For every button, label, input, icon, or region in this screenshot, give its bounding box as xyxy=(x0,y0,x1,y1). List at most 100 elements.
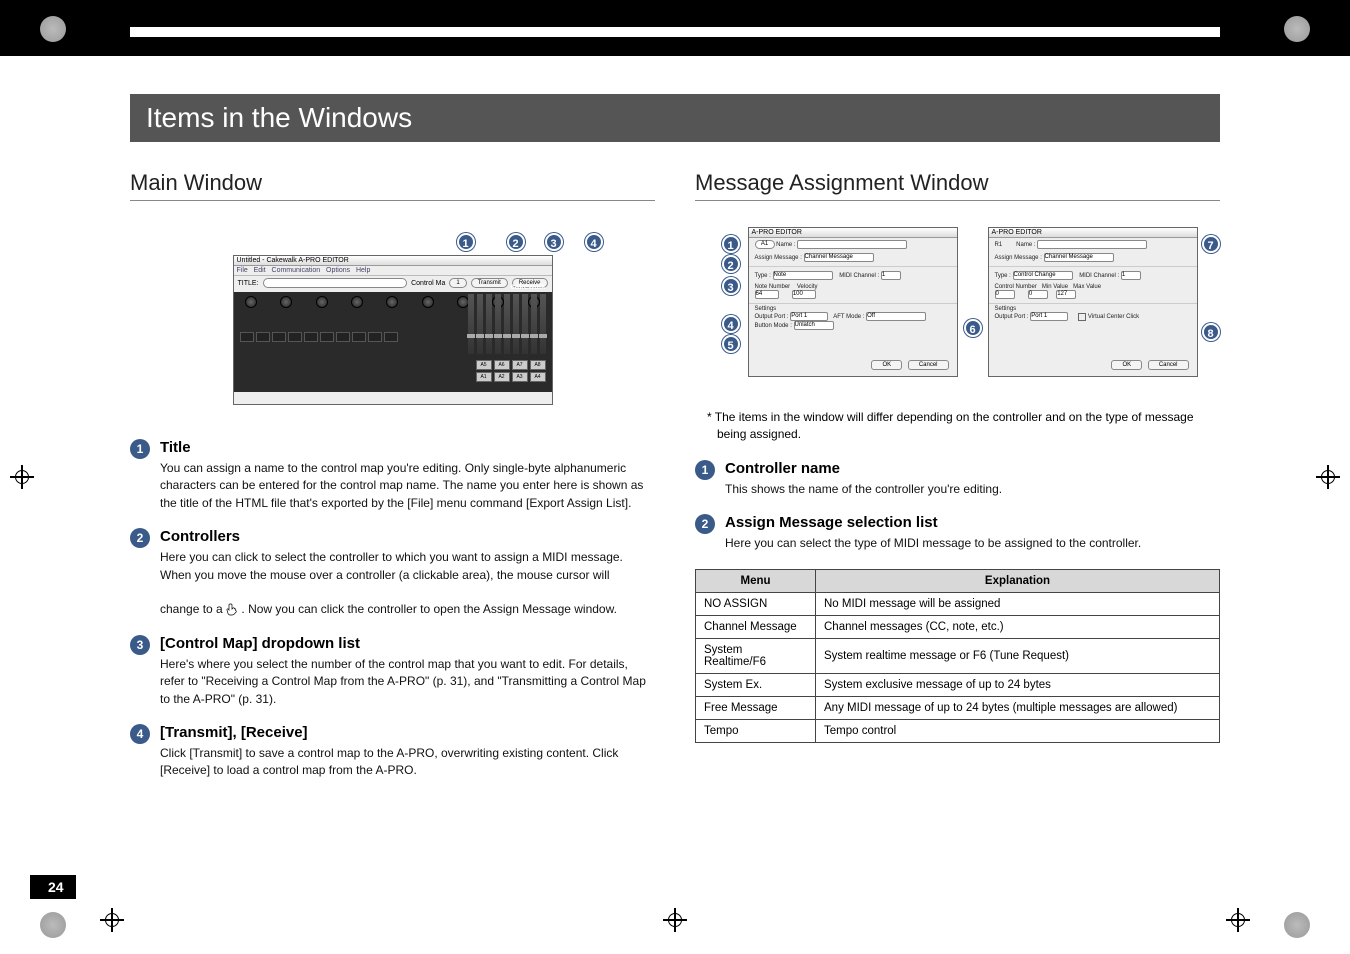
min-value-input[interactable]: 0 xyxy=(1028,290,1048,299)
transmit-button[interactable]: Transmit xyxy=(471,278,508,288)
callout-3: 3 xyxy=(545,233,563,251)
table-row: NO ASSIGNNo MIDI message will be assigne… xyxy=(696,592,1220,615)
slider[interactable] xyxy=(531,294,537,354)
output-port-label: Output Port : xyxy=(995,314,1029,320)
a-button[interactable]: A7 xyxy=(512,360,528,370)
controller-id: A1 xyxy=(755,240,775,249)
table-header-explanation: Explanation xyxy=(816,569,1220,592)
rotary-knob[interactable] xyxy=(351,296,363,308)
slider[interactable] xyxy=(540,294,546,354)
pad-button[interactable] xyxy=(320,332,334,342)
assign-dropdown[interactable]: Channel Message xyxy=(1044,253,1114,262)
page-title: Items in the Windows xyxy=(130,94,1220,142)
assignment-screenshots: A-PRO EDITOR A1 Name : Assign Message : … xyxy=(708,219,1208,379)
item-text: Here's where you select the number of th… xyxy=(160,656,655,708)
vcc-checkbox[interactable] xyxy=(1078,313,1086,321)
menu-options[interactable]: Options xyxy=(326,267,350,274)
page-content: Using A-PRO Editor Items in the Windows … xyxy=(130,60,1220,796)
a-button[interactable]: A5 xyxy=(476,360,492,370)
item-number: 2 xyxy=(695,514,715,534)
rotary-knob[interactable] xyxy=(386,296,398,308)
item-assign-message-list: 2 Assign Message selection list Here you… xyxy=(695,514,1220,552)
controller-area[interactable]: cakewalk xyxy=(234,292,552,392)
slider[interactable] xyxy=(522,294,528,354)
pad-button[interactable] xyxy=(304,332,318,342)
slider[interactable] xyxy=(477,294,483,354)
a-button[interactable]: A2 xyxy=(494,372,510,382)
registration-mark xyxy=(100,22,124,46)
title-label: TITLE: xyxy=(238,280,259,287)
manual-page: Using A-PRO Editor Items in the Windows … xyxy=(0,0,1350,954)
menu-help[interactable]: Help xyxy=(356,267,370,274)
callout-5: 5 xyxy=(722,335,740,353)
item-controlmap-dropdown: 3 [Control Map] dropdown list Here's whe… xyxy=(130,635,655,708)
pad-button[interactable] xyxy=(336,332,350,342)
item-number: 4 xyxy=(130,724,150,744)
name-input[interactable] xyxy=(797,240,907,249)
max-value-input[interactable]: 127 xyxy=(1056,290,1076,299)
a-button[interactable]: A6 xyxy=(494,360,510,370)
menu-edit[interactable]: Edit xyxy=(254,267,266,274)
rotary-knob[interactable] xyxy=(280,296,292,308)
window-titlebar: Untitled - Cakewalk A-PRO EDITOR xyxy=(234,256,552,266)
assign-label: Assign Message : xyxy=(755,255,802,261)
registration-mark xyxy=(1226,908,1250,932)
slider[interactable] xyxy=(495,294,501,354)
control-number-input[interactable]: 0 xyxy=(995,290,1015,299)
cancel-button[interactable]: Cancel xyxy=(1148,360,1189,370)
a-button[interactable]: A4 xyxy=(530,372,546,382)
corner-decoration xyxy=(1284,16,1310,42)
pad-button[interactable] xyxy=(256,332,270,342)
name-input[interactable] xyxy=(1037,240,1147,249)
velocity-input[interactable]: 100 xyxy=(792,290,816,299)
menu-communication[interactable]: Communication xyxy=(272,267,321,274)
slider[interactable] xyxy=(504,294,510,354)
a-button[interactable]: A1 xyxy=(476,372,492,382)
pad-button[interactable] xyxy=(240,332,254,342)
rotary-knob[interactable] xyxy=(422,296,434,308)
rotary-knob[interactable] xyxy=(316,296,328,308)
assign-dropdown[interactable]: Channel Message xyxy=(804,253,874,262)
item-heading: [Transmit], [Receive] xyxy=(160,724,655,741)
midi-ch-dropdown[interactable]: 1 xyxy=(881,271,901,280)
pad-button[interactable] xyxy=(352,332,366,342)
window-titlebar: A-PRO EDITOR xyxy=(749,228,957,238)
a-button[interactable]: A3 xyxy=(512,372,528,382)
menu-bar: File Edit Communication Options Help xyxy=(234,266,552,276)
type-dropdown[interactable]: Note xyxy=(773,271,833,280)
output-port-dropdown[interactable]: Port 1 xyxy=(1030,312,1068,321)
slider[interactable] xyxy=(513,294,519,354)
pad-button[interactable] xyxy=(288,332,302,342)
slider[interactable] xyxy=(486,294,492,354)
menu-file[interactable]: File xyxy=(237,267,248,274)
brand-logo: cakewalk xyxy=(510,282,545,291)
note-number-input[interactable]: 64 xyxy=(755,290,779,299)
ok-button[interactable]: OK xyxy=(871,360,902,370)
rotary-knob[interactable] xyxy=(245,296,257,308)
assign-label: Assign Message : xyxy=(995,255,1042,261)
running-head: Using A-PRO Editor xyxy=(130,60,1220,74)
pad-button[interactable] xyxy=(384,332,398,342)
ok-button[interactable]: OK xyxy=(1111,360,1142,370)
aft-mode-dropdown[interactable]: Off xyxy=(866,312,926,321)
slider[interactable] xyxy=(468,294,474,354)
table-row: Free MessageAny MIDI message of up to 24… xyxy=(696,696,1220,719)
type-dropdown[interactable]: Control Change xyxy=(1013,271,1073,280)
pad-button[interactable] xyxy=(272,332,286,342)
table-row: Channel MessageChannel messages (CC, not… xyxy=(696,615,1220,638)
right-column: Message Assignment Window A-PRO EDITOR A… xyxy=(695,170,1220,796)
table-row: TempoTempo control xyxy=(696,719,1220,742)
a-button[interactable]: A8 xyxy=(530,360,546,370)
item-controllers: 2 Controllers Here you can click to sele… xyxy=(130,528,655,619)
button-mode-dropdown[interactable]: Unlatch xyxy=(794,321,834,330)
output-port-dropdown[interactable]: Port 1 xyxy=(790,312,828,321)
title-input[interactable] xyxy=(263,278,408,288)
pad-button[interactable] xyxy=(368,332,382,342)
cancel-button[interactable]: Cancel xyxy=(908,360,949,370)
controlmap-dropdown[interactable]: 1 xyxy=(449,278,466,288)
callout-1: 1 xyxy=(722,235,740,253)
type-label: Type : xyxy=(755,273,771,279)
registration-mark xyxy=(10,465,34,489)
midi-ch-dropdown[interactable]: 1 xyxy=(1121,271,1141,280)
name-label: Name : xyxy=(776,242,795,248)
